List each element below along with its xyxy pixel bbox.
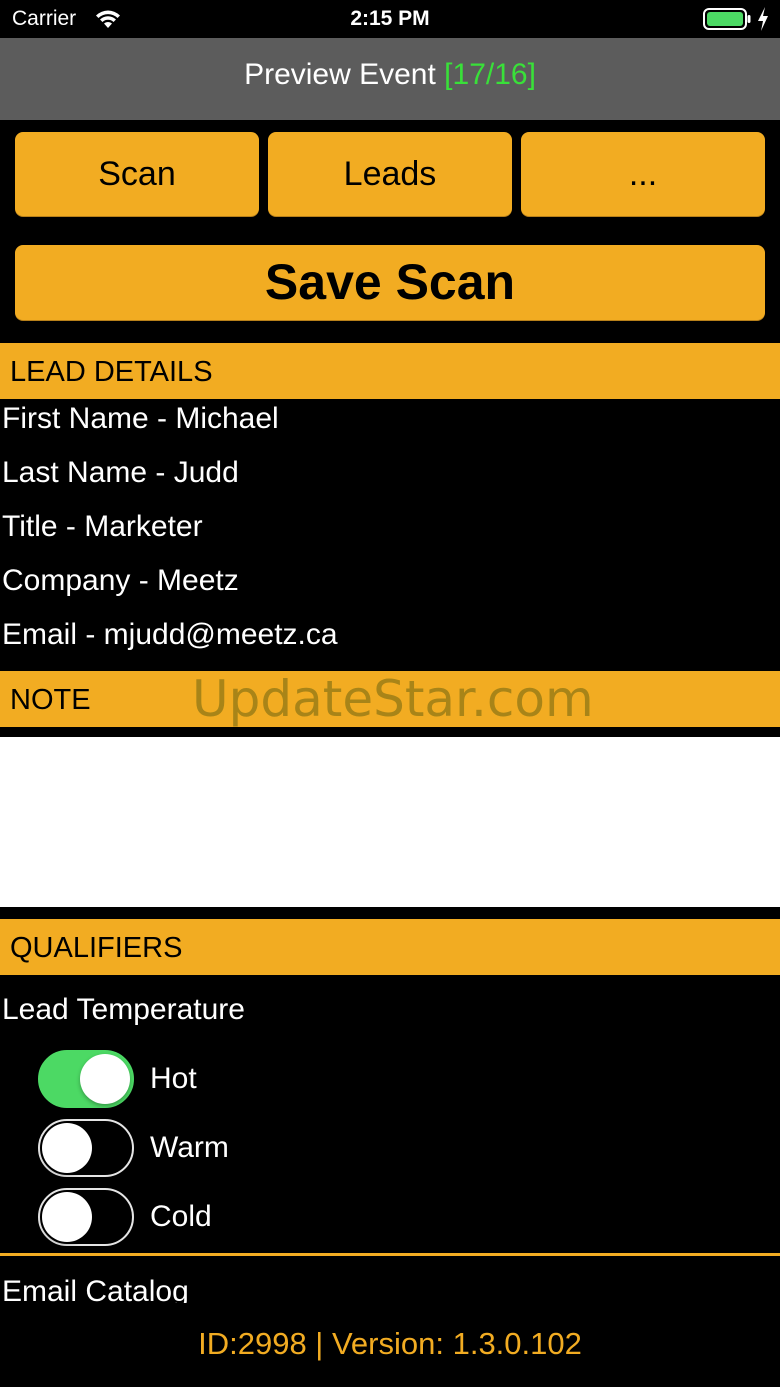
cold-toggle[interactable] (38, 1188, 134, 1246)
toggle-knob (42, 1192, 92, 1242)
lead-details-header: LEAD DETAILS (0, 343, 780, 399)
lead-temperature-label: Lead Temperature (2, 993, 245, 1026)
toggle-knob (80, 1054, 130, 1104)
scan-button-label: Scan (98, 155, 176, 193)
status-time: 2:15 PM (350, 7, 430, 30)
lead-details-title: LEAD DETAILS (10, 356, 213, 388)
company-row: Company - Meetz (2, 564, 239, 597)
leads-button[interactable]: Leads (268, 132, 512, 216)
watermark: UpdateStar.com (192, 670, 594, 728)
first-name-row: First Name - Michael (2, 402, 279, 435)
battery-icon (703, 8, 751, 30)
qualifiers-header: QUALIFIERS (0, 919, 780, 975)
scan-count: [17/16] (444, 58, 536, 91)
warm-toggle[interactable] (38, 1119, 134, 1177)
more-button-label: ... (628, 155, 658, 193)
save-scan-button-label: Save Scan (264, 254, 516, 310)
warm-label: Warm (150, 1131, 229, 1164)
more-button[interactable]: ... (521, 132, 765, 216)
cold-label: Cold (150, 1200, 212, 1233)
email-row: Email - mjudd@meetz.ca (2, 618, 338, 651)
version-footer: ID:2998 | Version: 1.3.0.102 (198, 1326, 582, 1361)
last-name-row: Last Name - Judd (2, 456, 239, 489)
save-scan-button[interactable]: Save Scan (15, 245, 765, 320)
charging-bolt-icon (758, 7, 768, 31)
email-catalog-label: Email Catalog (2, 1275, 189, 1303)
note-title: NOTE (10, 684, 91, 716)
event-name: Preview Event (244, 58, 436, 91)
scan-button[interactable]: Scan (15, 132, 259, 216)
status-bar: Carrier 2:15 PM (0, 0, 780, 38)
note-input[interactable] (0, 737, 780, 907)
hot-toggle[interactable] (38, 1050, 134, 1108)
note-header: NOTE UpdateStar.com (0, 671, 780, 727)
qualifiers-title: QUALIFIERS (10, 932, 183, 964)
divider (0, 1253, 780, 1256)
title-row: Title - Marketer (2, 510, 203, 543)
hot-label: Hot (150, 1062, 197, 1095)
leads-button-label: Leads (343, 155, 437, 193)
toggle-knob (42, 1123, 92, 1173)
page-title: Preview Event [17/16] (0, 58, 780, 92)
nav-bar: Preview Event [17/16] (0, 38, 780, 120)
